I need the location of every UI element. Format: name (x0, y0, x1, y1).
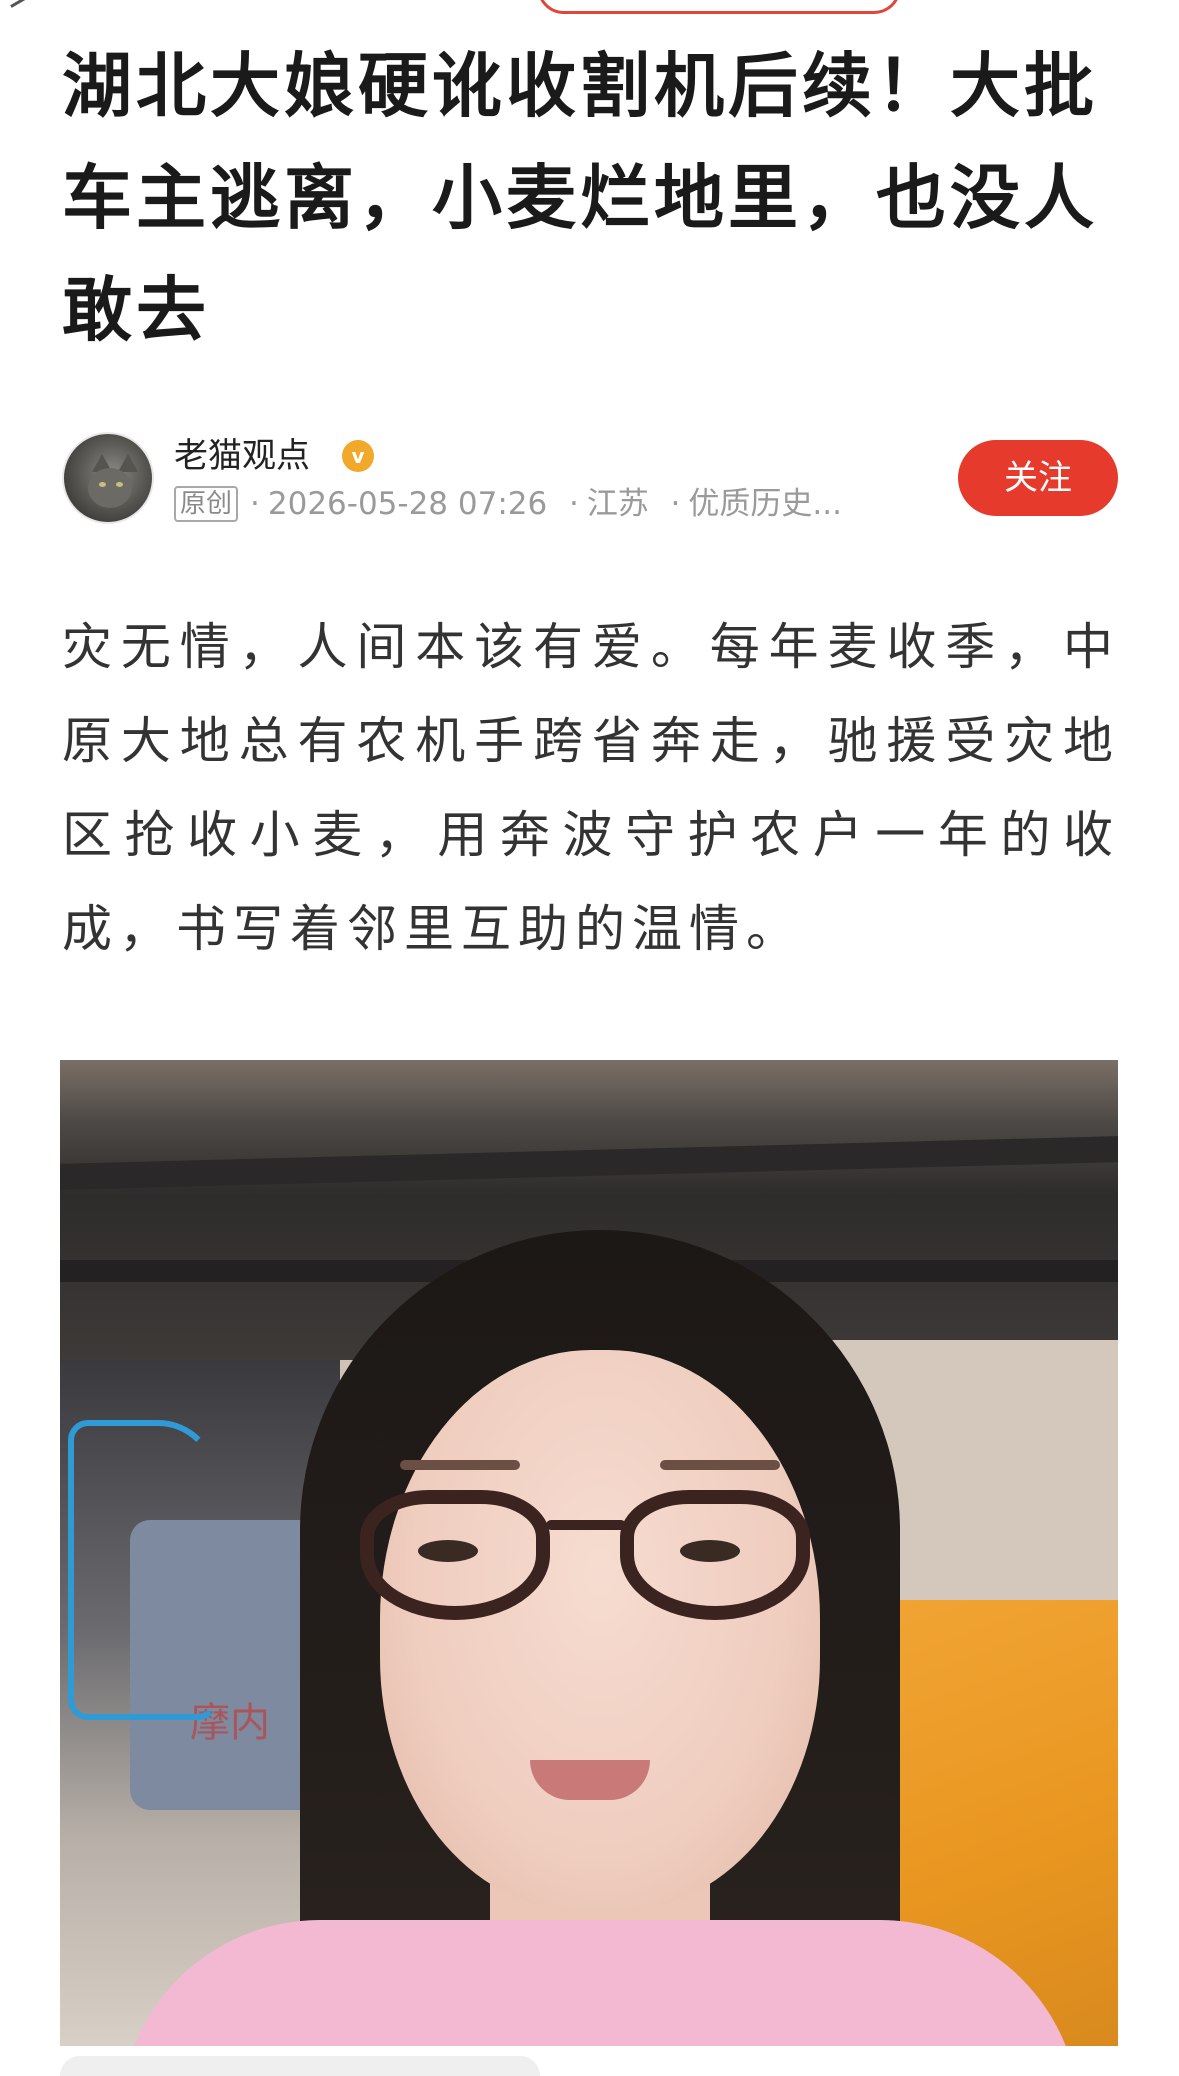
bottom-partial-element (60, 2056, 540, 2076)
meta-dot: · (250, 486, 260, 522)
publish-location: 江苏 (586, 486, 649, 522)
image-hanger (68, 1420, 218, 1720)
top-partial-button[interactable] (537, 0, 901, 14)
back-arrow-icon[interactable] (6, 0, 28, 8)
original-badge: 原创 (174, 486, 239, 522)
article-title: 湖北大娘硬讹收割机后续！大批车主逃离，小麦烂地里，也没人敢去 (62, 45, 1098, 351)
verified-icon: v (342, 440, 374, 472)
image-face (380, 1350, 820, 1910)
image-shirt (120, 1920, 1080, 2046)
author-name[interactable]: 老猫观点 (174, 434, 310, 478)
article-image[interactable]: 摩内 (60, 1060, 1118, 2046)
image-glasses-lens (620, 1490, 810, 1620)
avatar-cat-eye-right (116, 482, 123, 487)
author-row: 老猫观点 v 原创 · 2026-05-28 07:26 · 江苏 · 优质历史... … (62, 430, 1118, 530)
image-glasses-lens (360, 1490, 550, 1620)
publish-datetime: 2026-05-28 07:26 (267, 486, 548, 522)
article-body-paragraph: 灾无情，人间本该有爱。每年麦收季，中原大地总有农机手跨省奔走，驰援受灾地区抢收小… (62, 618, 1120, 958)
follow-button[interactable]: 关注 (958, 440, 1118, 516)
image-brow (660, 1460, 780, 1470)
image-brow (400, 1460, 520, 1470)
meta-dot: · (660, 486, 681, 522)
author-avatar[interactable] (62, 432, 154, 524)
article-meta: 原创 · 2026-05-28 07:26 · 江苏 · 优质历史... (174, 484, 842, 524)
avatar-cat-face (88, 468, 132, 508)
image-glasses-bridge (546, 1520, 626, 1530)
avatar-cat-ear-right (118, 454, 138, 472)
meta-dot: · (559, 486, 579, 522)
author-tag: 优质历史... (688, 486, 842, 522)
avatar-cat-eye-left (99, 482, 106, 487)
